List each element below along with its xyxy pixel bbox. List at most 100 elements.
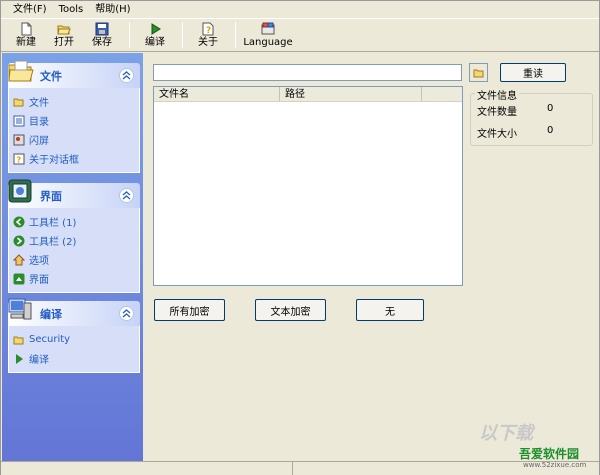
- panel-file: 文件 文件 目录 闪屏 ? 关于对话框: [8, 60, 140, 173]
- panel-interface-body: 工具栏 (1) 工具栏 (2) 选项 界面: [8, 208, 140, 293]
- file-count-value: 0: [547, 103, 554, 114]
- sidebar-item-toolbar-2[interactable]: 工具栏 (2): [13, 231, 139, 250]
- home-icon: [13, 253, 25, 265]
- sidebar-item-label: 界面: [29, 275, 49, 286]
- sidebar-item-label: 工具栏 (2): [29, 237, 77, 248]
- menu-file[interactable]: 文件(F): [13, 1, 47, 19]
- sidebar-item-directory[interactable]: 目录: [13, 111, 139, 130]
- collapse-button[interactable]: [119, 68, 134, 83]
- save-button[interactable]: 保存: [85, 20, 119, 50]
- file-size-row: 文件大小 0: [477, 125, 553, 140]
- sidebar-item-label: 文件: [29, 98, 49, 109]
- language-button[interactable]: Language: [243, 20, 293, 50]
- column-header-path[interactable]: 路径: [280, 87, 422, 101]
- panel-interface-header[interactable]: 界面: [8, 179, 140, 208]
- sidebar-item-about-dialog[interactable]: ? 关于对话框: [13, 149, 139, 168]
- panel-file-title: 文件: [40, 69, 62, 83]
- folder-open-icon: [13, 336, 24, 344]
- new-file-icon: [21, 22, 32, 36]
- panel-file-body: 文件 目录 闪屏 ? 关于对话框: [8, 88, 140, 173]
- language-icon: [261, 22, 275, 35]
- sidebar-item-toolbar-1[interactable]: 工具栏 (1): [13, 212, 139, 231]
- watermark-logo: 以下载: [479, 423, 533, 444]
- sidebar-item-security[interactable]: Security: [13, 330, 139, 349]
- open-folder-icon: [57, 25, 71, 35]
- menu-help[interactable]: 帮助(H): [95, 1, 130, 19]
- none-button[interactable]: 无: [356, 299, 424, 321]
- encrypt-text-button[interactable]: 文本加密: [255, 299, 326, 321]
- watermark: 以下载 吾爱软件园 www.52zixue.com: [479, 419, 599, 469]
- save-label: 保存: [92, 37, 112, 48]
- toolbar: 新建 打开 保存 编译 ? 关于 Language: [1, 20, 599, 52]
- sidebar-item-label: 编译: [29, 355, 49, 366]
- app-window: 文件(F) Tools 帮助(H) 新建 打开 保存 编译 ? 关于 Langu…: [0, 0, 600, 475]
- folder-icon: [8, 60, 34, 82]
- list-header: 文件名 路径: [154, 87, 462, 102]
- file-info-title: 文件信息: [475, 87, 519, 102]
- column-header-empty: [422, 87, 462, 101]
- column-header-filename[interactable]: 文件名: [154, 87, 280, 101]
- file-info-group: 文件信息 文件数量 0 文件大小 0: [470, 87, 593, 146]
- interface-icon: [8, 179, 32, 203]
- sidebar-item-label: 目录: [29, 117, 49, 128]
- file-count-row: 文件数量 0: [477, 103, 553, 118]
- svg-text:?: ?: [17, 155, 22, 164]
- open-button[interactable]: 打开: [47, 20, 81, 50]
- chevron-up-icon: [122, 309, 131, 318]
- panel-compile-body: Security 编译: [8, 326, 140, 373]
- svg-text:?: ?: [206, 26, 211, 36]
- arrow-right-icon: [13, 235, 25, 246]
- directory-icon: [13, 115, 25, 126]
- computer-icon: [8, 298, 32, 320]
- about-label: 关于: [198, 37, 218, 48]
- sidebar-item-file[interactable]: 文件: [13, 92, 139, 111]
- menu-tools[interactable]: Tools: [59, 1, 84, 19]
- new-button[interactable]: 新建: [9, 20, 43, 50]
- folder-open-icon: [13, 98, 24, 106]
- play-icon: [16, 353, 23, 364]
- new-label: 新建: [16, 37, 36, 48]
- panel-compile-header[interactable]: 编译: [8, 298, 140, 326]
- sidebar-item-options[interactable]: 选项: [13, 250, 139, 269]
- collapse-button[interactable]: [119, 306, 134, 321]
- arrow-up-icon: [13, 273, 25, 284]
- path-input[interactable]: [153, 64, 462, 81]
- play-compile-icon: [151, 23, 161, 35]
- collapse-button[interactable]: [119, 188, 134, 203]
- arrow-left-icon: [13, 216, 25, 227]
- sidebar-item-splash[interactable]: 闪屏: [13, 130, 139, 149]
- browse-button[interactable]: [469, 63, 488, 82]
- chevron-up-icon: [122, 191, 131, 200]
- question-icon: ?: [13, 153, 25, 164]
- sidebar-item-label: 选项: [29, 256, 49, 267]
- open-label: 打开: [54, 37, 74, 48]
- about-button[interactable]: ? 关于: [191, 20, 225, 50]
- panel-interface: 界面 工具栏 (1) 工具栏 (2) 选项 界面: [8, 179, 140, 293]
- sidebar-item-label: 闪屏: [29, 136, 49, 147]
- sidebar-item-interface[interactable]: 界面: [13, 269, 139, 288]
- file-size-value: 0: [547, 125, 554, 136]
- language-label: Language: [243, 37, 293, 48]
- sidebar-item-compile[interactable]: 编译: [13, 349, 139, 368]
- about-question-icon: ?: [202, 22, 214, 36]
- watermark-url: www.52zixue.com: [523, 461, 587, 469]
- toolbar-separator: [129, 22, 130, 48]
- splash-image-icon: [13, 134, 25, 145]
- menu-bar: 文件(F) Tools 帮助(H): [1, 1, 599, 19]
- encrypt-all-button[interactable]: 所有加密: [154, 299, 225, 321]
- compile-button[interactable]: 编译: [138, 20, 172, 50]
- chevron-up-icon: [122, 71, 131, 80]
- panel-file-header[interactable]: 文件: [8, 60, 140, 88]
- reload-button[interactable]: 重读: [500, 63, 566, 82]
- toolbar-separator: [182, 22, 183, 48]
- file-count-label: 文件数量: [477, 107, 517, 118]
- sidebar-item-label: 关于对话框: [29, 155, 79, 166]
- status-pane-1: [1, 462, 293, 475]
- panel-interface-title: 界面: [40, 189, 62, 203]
- panel-compile: 编译 Security 编译: [8, 298, 140, 373]
- sidebar-item-label: 工具栏 (1): [29, 218, 77, 229]
- toolbar-separator: [235, 22, 236, 48]
- file-list[interactable]: 文件名 路径: [153, 86, 463, 286]
- sidebar-item-label: Security: [29, 334, 71, 345]
- panel-compile-title: 编译: [40, 307, 62, 321]
